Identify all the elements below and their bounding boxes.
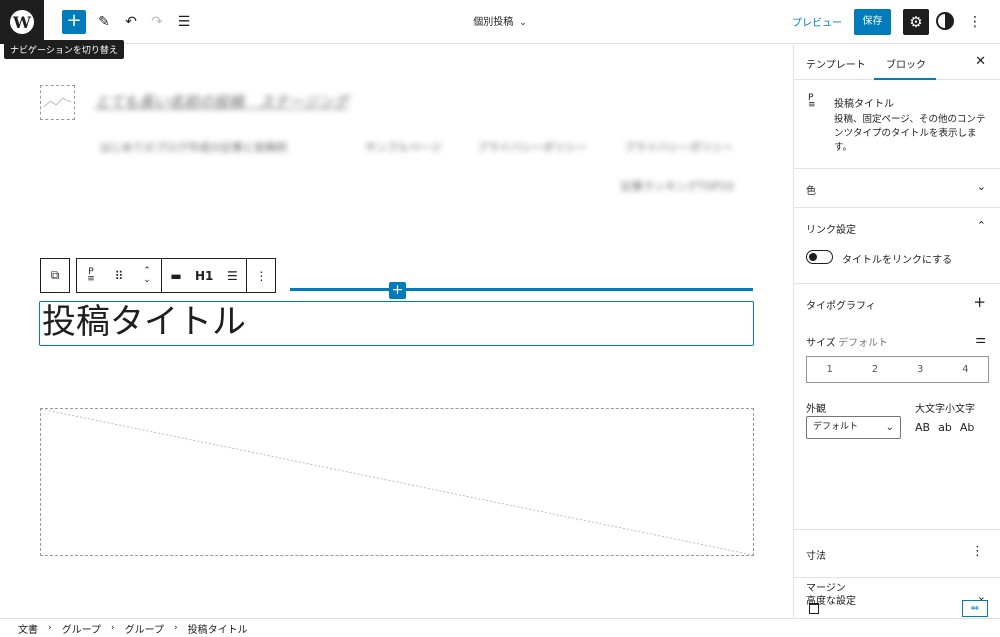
font-size-option[interactable]: 4 bbox=[943, 357, 988, 382]
navigation-tooltip: ナビゲーションを切り替え bbox=[4, 40, 124, 59]
more-options-icon[interactable]: ⋮ bbox=[968, 11, 982, 33]
placeholder-diagonal-icon bbox=[41, 409, 753, 555]
close-icon[interactable]: ✕ bbox=[975, 54, 986, 69]
lowercase-button[interactable]: ab bbox=[938, 421, 952, 434]
block-parent-group: ⧉ bbox=[40, 258, 70, 293]
typography-panel: タイポグラフィ + サイズ デフォルト ⚌ 1 2 3 4 外観 デフォルト ⌄… bbox=[794, 284, 1000, 530]
editor-header: W + ✎ ↶ ↷ ☰ 個別投稿 ⌄ プレビュー 保存 ⚙ ⋮ bbox=[0, 0, 1000, 44]
block-card-title: 投稿タイトル bbox=[834, 99, 894, 110]
document-title-dropdown[interactable]: 個別投稿 ⌄ bbox=[440, 13, 560, 28]
dimensions-options-icon[interactable]: ⋮ bbox=[971, 544, 984, 559]
text-align-icon[interactable]: ☰ bbox=[218, 259, 246, 292]
chevron-down-icon: ⌄ bbox=[976, 180, 986, 193]
font-size-option[interactable]: 3 bbox=[898, 357, 943, 382]
insertion-point-line bbox=[290, 288, 753, 291]
size-label: サイズ bbox=[806, 338, 836, 349]
link-toggle[interactable] bbox=[806, 250, 833, 264]
block-card-description: 投稿、固定ページ、その他のコンテンツタイプのタイトルを表示します。 bbox=[834, 114, 986, 153]
chevron-down-icon: ⌄ bbox=[519, 18, 527, 28]
custom-size-settings-icon[interactable]: ⚌ bbox=[975, 332, 986, 346]
chevron-right-icon: › bbox=[48, 623, 52, 633]
letter-case-label: 大文字小文字 bbox=[915, 404, 975, 415]
insert-block-plus-icon[interactable]: + bbox=[389, 282, 406, 299]
select-parent-icon[interactable]: ⧉ bbox=[41, 259, 69, 292]
block-controls-group: P ≡ ⠿ ⌃ ⌄ ▬ H1 ☰ ⋮ bbox=[76, 258, 277, 293]
advanced-label: 高度な設定 bbox=[806, 596, 856, 607]
block-options-icon[interactable]: ⋮ bbox=[247, 259, 275, 292]
size-default-value: デフォルト bbox=[838, 338, 888, 349]
styles-icon[interactable] bbox=[936, 12, 954, 30]
font-size-option[interactable]: 1 bbox=[807, 357, 852, 382]
site-logo-icon bbox=[43, 97, 72, 108]
link-settings-panel: リンク設定 ⌃ タイトルをリンクにする bbox=[794, 208, 1000, 284]
nav-item[interactable]: プライバシーポリシー bbox=[624, 139, 734, 155]
appearance-select[interactable]: デフォルト ⌄ bbox=[806, 416, 901, 439]
appearance-value: デフォルト bbox=[813, 422, 859, 432]
chevron-down-icon: ⌄ bbox=[885, 422, 894, 433]
settings-gear-icon[interactable]: ⚙ bbox=[903, 9, 929, 35]
chevron-down-icon: ⌄ bbox=[976, 590, 986, 603]
color-panel-label: 色 bbox=[806, 186, 816, 197]
site-logo-placeholder[interactable] bbox=[40, 85, 75, 120]
wordpress-icon: W bbox=[10, 10, 34, 34]
uppercase-button[interactable]: AB bbox=[915, 421, 930, 434]
document-overview-icon[interactable]: ☰ bbox=[173, 11, 195, 33]
nav-item[interactable]: サンプルページ bbox=[365, 139, 441, 155]
drag-handle-icon[interactable]: ⠿ bbox=[105, 259, 133, 292]
chevron-right-icon: › bbox=[174, 623, 178, 633]
capitalize-button[interactable]: Ab bbox=[960, 421, 975, 434]
undo-icon[interactable]: ↶ bbox=[120, 11, 142, 33]
block-toolbar: ⧉ P ≡ ⠿ ⌃ ⌄ ▬ H1 ☰ ⋮ bbox=[40, 258, 277, 293]
block-card: P ≡ 投稿タイトル 投稿、固定ページ、その他のコンテンツタイプのタイトルを表示し… bbox=[794, 80, 1000, 169]
link-toggle-label: タイトルをリンクにする bbox=[842, 255, 953, 266]
edit-tools-icon[interactable]: ✎ bbox=[93, 11, 115, 33]
wordpress-logo-button[interactable]: W bbox=[0, 0, 44, 44]
breadcrumb-item[interactable]: 文書 bbox=[18, 621, 38, 636]
featured-image-placeholder[interactable] bbox=[40, 408, 754, 556]
block-inserter-button[interactable]: + bbox=[62, 10, 86, 34]
appearance-label: 外観 bbox=[806, 404, 826, 415]
editor-canvas[interactable]: とても長い名前の投稿 ステージング はじめてのブログ作成の記事と投稿例 サンプル… bbox=[0, 45, 793, 618]
color-panel[interactable]: 色 ⌄ bbox=[794, 169, 1000, 208]
move-up-down-icon[interactable]: ⌃ ⌄ bbox=[133, 259, 161, 292]
redo-icon[interactable]: ↷ bbox=[146, 11, 168, 33]
breadcrumb-item-current: 投稿タイトル bbox=[187, 624, 248, 636]
nav-item[interactable]: プライバシーポリシー bbox=[477, 139, 587, 155]
post-title-block[interactable]: 投稿タイトル bbox=[39, 301, 754, 346]
sidebar-tabs: テンプレート ブロック ✕ bbox=[794, 45, 1000, 80]
dimensions-label: 寸法 bbox=[806, 551, 826, 562]
font-size-option[interactable]: 2 bbox=[852, 357, 897, 382]
block-breadcrumb: 文書 › グループ › グループ › 投稿タイトル bbox=[0, 618, 1000, 637]
advanced-panel[interactable]: 高度な設定 ⌄ bbox=[794, 577, 1000, 618]
site-title[interactable]: とても長い名前の投稿 ステージング bbox=[95, 91, 349, 112]
typography-label: タイポグラフィ bbox=[806, 301, 876, 312]
link-settings-label[interactable]: リンク設定 bbox=[806, 221, 856, 236]
post-title-icon: P ≡ bbox=[808, 93, 816, 110]
nav-item[interactable]: 記事ランキングTOP10 bbox=[621, 178, 734, 194]
align-icon[interactable]: ▬ bbox=[162, 259, 190, 292]
post-title-block-icon[interactable]: P ≡ bbox=[77, 259, 105, 292]
tab-template[interactable]: テンプレート bbox=[806, 56, 866, 71]
font-size-picker: 1 2 3 4 bbox=[806, 356, 989, 383]
breadcrumb-item[interactable]: グループ bbox=[125, 621, 164, 636]
settings-sidebar: テンプレート ブロック ✕ P ≡ 投稿タイトル 投稿、固定ページ、その他のコンテ… bbox=[793, 45, 1000, 637]
tab-block[interactable]: ブロック bbox=[886, 56, 926, 71]
chevron-right-icon: › bbox=[111, 623, 115, 633]
save-button[interactable]: 保存 bbox=[854, 9, 891, 35]
heading-level-button[interactable]: H1 bbox=[190, 259, 218, 292]
breadcrumb-item[interactable]: グループ bbox=[62, 621, 101, 636]
document-title: 個別投稿 bbox=[473, 17, 514, 28]
nav-item[interactable]: はじめてのブログ作成の記事と投稿例 bbox=[100, 139, 287, 155]
letter-case-group: AB ab Ab bbox=[915, 421, 974, 434]
chevron-up-icon[interactable]: ⌃ bbox=[977, 219, 986, 232]
preview-button[interactable]: プレビュー bbox=[792, 14, 842, 29]
typography-options-plus-icon[interactable]: + bbox=[973, 293, 986, 311]
